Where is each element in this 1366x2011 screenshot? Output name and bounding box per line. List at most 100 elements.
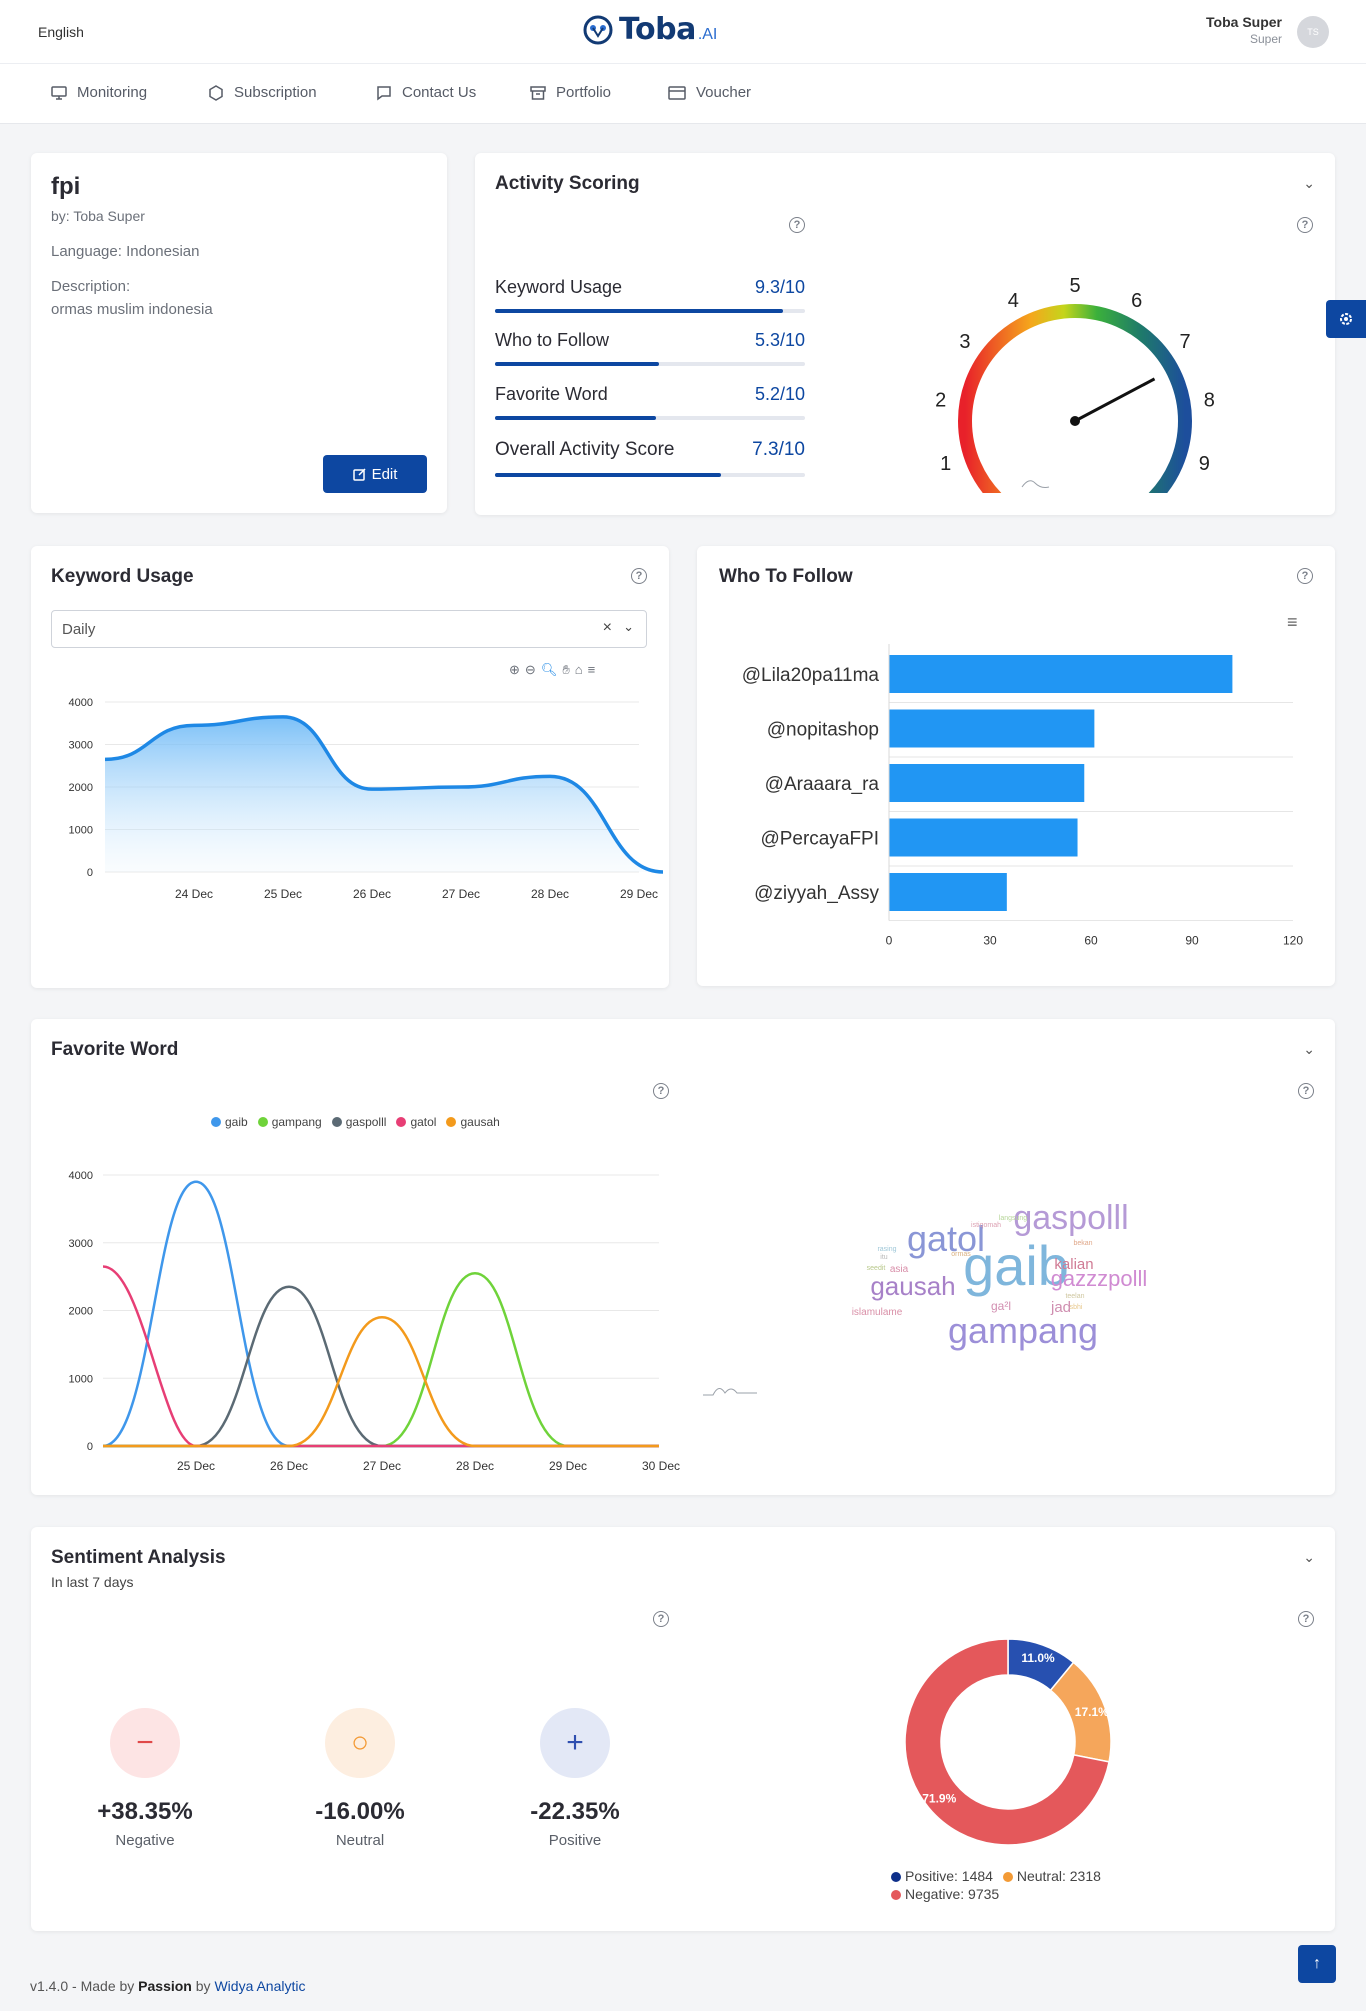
word-cloud-word: islamulame — [852, 1307, 903, 1318]
legend-label: gausah — [460, 1115, 500, 1129]
help-icon[interactable]: ? — [1298, 1083, 1314, 1099]
help-icon[interactable]: ? — [1298, 1611, 1314, 1627]
nav-label: Voucher — [696, 84, 752, 101]
settings-tab[interactable] — [1326, 300, 1366, 338]
series-line — [102, 1265, 659, 1448]
score-track — [495, 309, 805, 313]
gauge-needle — [1074, 377, 1156, 423]
language-selector[interactable]: English — [38, 24, 84, 40]
activity-scoring-card: Activity Scoring ⌄ ? ? Keyword Usage 9.3… — [475, 153, 1335, 515]
chevron-down-icon[interactable]: ⌄ — [623, 619, 634, 635]
legend-item[interactable]: gaspolll — [331, 1115, 387, 1129]
legend-item[interactable]: gausah — [446, 1115, 500, 1129]
gauge-tick-label: 9 — [1199, 453, 1210, 475]
series-line — [102, 1180, 659, 1448]
archive-icon — [530, 85, 546, 100]
sentiment-analysis-card: Sentiment Analysis In last 7 days ⌄ ? ? … — [31, 1527, 1335, 1931]
edit-label: Edit — [371, 465, 398, 483]
help-icon[interactable]: ? — [1297, 568, 1313, 584]
y-tick-label: 0 — [87, 867, 93, 879]
nav-bar: Monitoring Subscription Contact Us Portf… — [0, 64, 1366, 124]
chevron-down-icon[interactable]: ⌄ — [1303, 175, 1315, 192]
word-cloud-word: asia — [890, 1264, 909, 1275]
bar — [889, 655, 1233, 693]
footer-brand-link[interactable]: Widya Analytic — [214, 1978, 305, 1994]
help-icon[interactable]: ? — [653, 1083, 669, 1099]
donut-data-label: 71.9% — [922, 1792, 956, 1806]
donut-legend: Positive: 1484 Neutral: 2318 Negative: 9… — [891, 1867, 1101, 1903]
sentiment-negative: − +38.35% Negative — [45, 1708, 245, 1849]
legend-dot — [211, 1117, 221, 1127]
y-tick-label: 3000 — [69, 1238, 93, 1250]
x-tick-label: 24 Dec — [175, 887, 213, 901]
series-line — [103, 1271, 659, 1448]
nav-item-portfolio[interactable]: Portfolio — [530, 84, 611, 101]
project-name: fpi — [51, 173, 81, 200]
donut-data-label: 17.1% — [1075, 1705, 1109, 1719]
x-tick-label: 25 Dec — [177, 1459, 215, 1473]
nav-item-subscription[interactable]: Subscription — [208, 84, 317, 101]
legend-label: gaspolll — [345, 1115, 387, 1129]
card-title: Sentiment Analysis — [51, 1547, 226, 1568]
chevron-down-icon[interactable]: ⌄ — [1303, 1041, 1315, 1058]
nav-label: Subscription — [234, 84, 317, 101]
word-cloud-word: gampang — [948, 1310, 1098, 1351]
user-menu[interactable]: Toba Super Super — [1206, 14, 1282, 46]
scroll-top-button[interactable]: ↑ — [1298, 1945, 1336, 1983]
help-icon[interactable]: ? — [631, 568, 647, 584]
nav-item-monitoring[interactable]: Monitoring — [51, 84, 147, 101]
score-track — [495, 362, 805, 366]
legend-label[interactable]: Positive: 1484 — [905, 1868, 993, 1884]
legend-label[interactable]: Neutral: 2318 — [1017, 1868, 1101, 1884]
word-cloud-word: itu — [880, 1254, 888, 1261]
help-icon[interactable]: ? — [1297, 217, 1313, 233]
legend-dot — [257, 1117, 268, 1127]
nav-item-contact-us[interactable]: Contact Us — [376, 84, 476, 101]
y-tick-label: @nopitashop — [767, 720, 879, 741]
x-tick-label: 26 Dec — [353, 887, 391, 901]
score-value: 7.3/10 — [752, 439, 805, 460]
gauge-tick-label: 3 — [959, 331, 970, 353]
hexagon-icon — [209, 84, 223, 101]
avatar[interactable]: TS — [1297, 16, 1329, 48]
y-tick-label: @PercayaFPI — [760, 829, 879, 850]
x-tick-label: 90 — [1185, 934, 1199, 948]
top-bar: English Toba .AI Toba Super Super TS — [0, 0, 1366, 64]
score-value: 5.3/10 — [754, 330, 805, 350]
y-tick-label: 4000 — [69, 1170, 93, 1182]
score-track — [495, 473, 805, 477]
y-tick-label: @Araaara_ra — [765, 774, 880, 795]
legend-label: gatol — [410, 1115, 437, 1129]
score-fill — [495, 362, 660, 366]
logo[interactable]: Toba .AI — [583, 12, 717, 47]
period-select[interactable]: Daily × ⌄ — [51, 610, 647, 648]
project-card: fpi by: Toba Super Language: Indonesian … — [31, 153, 447, 513]
legend-label: gampang — [271, 1115, 322, 1129]
clear-icon[interactable]: × — [603, 619, 612, 637]
legend-dot — [891, 1890, 901, 1900]
legend-label[interactable]: Negative: 9735 — [905, 1886, 999, 1902]
area-fill — [105, 716, 663, 872]
x-tick-label: 60 — [1084, 934, 1098, 948]
help-icon[interactable]: ? — [653, 1611, 669, 1627]
edit-button[interactable]: Edit — [323, 455, 427, 493]
word-cloud-word: jad — [1050, 1299, 1071, 1316]
plus-icon: + — [540, 1708, 610, 1778]
legend-dot — [1002, 1872, 1013, 1882]
menu-icon[interactable]: ≡ — [1287, 612, 1298, 633]
keyword-usage-chart: 4000 3000 2000 1000 0 24 Dec 25 Dec 26 Dec 27 De… — [69, 697, 664, 901]
x-tick-label: 29 Dec — [549, 1459, 587, 1473]
y-tick-label: 1000 — [69, 1373, 93, 1385]
chevron-down-icon[interactable]: ⌄ — [1303, 1549, 1315, 1566]
legend-item[interactable]: gaib — [211, 1115, 248, 1129]
card-title: Favorite Word — [51, 1039, 179, 1060]
legend-item[interactable]: gatol — [396, 1115, 436, 1129]
nav-item-voucher[interactable]: Voucher — [668, 84, 751, 101]
help-icon[interactable]: ? — [789, 217, 805, 233]
word-cloud-word: gausah — [870, 1271, 955, 1301]
nav-label: Monitoring — [77, 84, 148, 101]
y-tick-label: 3000 — [69, 740, 93, 752]
legend-item[interactable]: gampang — [257, 1115, 322, 1129]
y-tick-label: 2000 — [69, 782, 93, 794]
footer: v1.4.0 - Made by Passion by Widya Analyt… — [30, 1978, 306, 1994]
